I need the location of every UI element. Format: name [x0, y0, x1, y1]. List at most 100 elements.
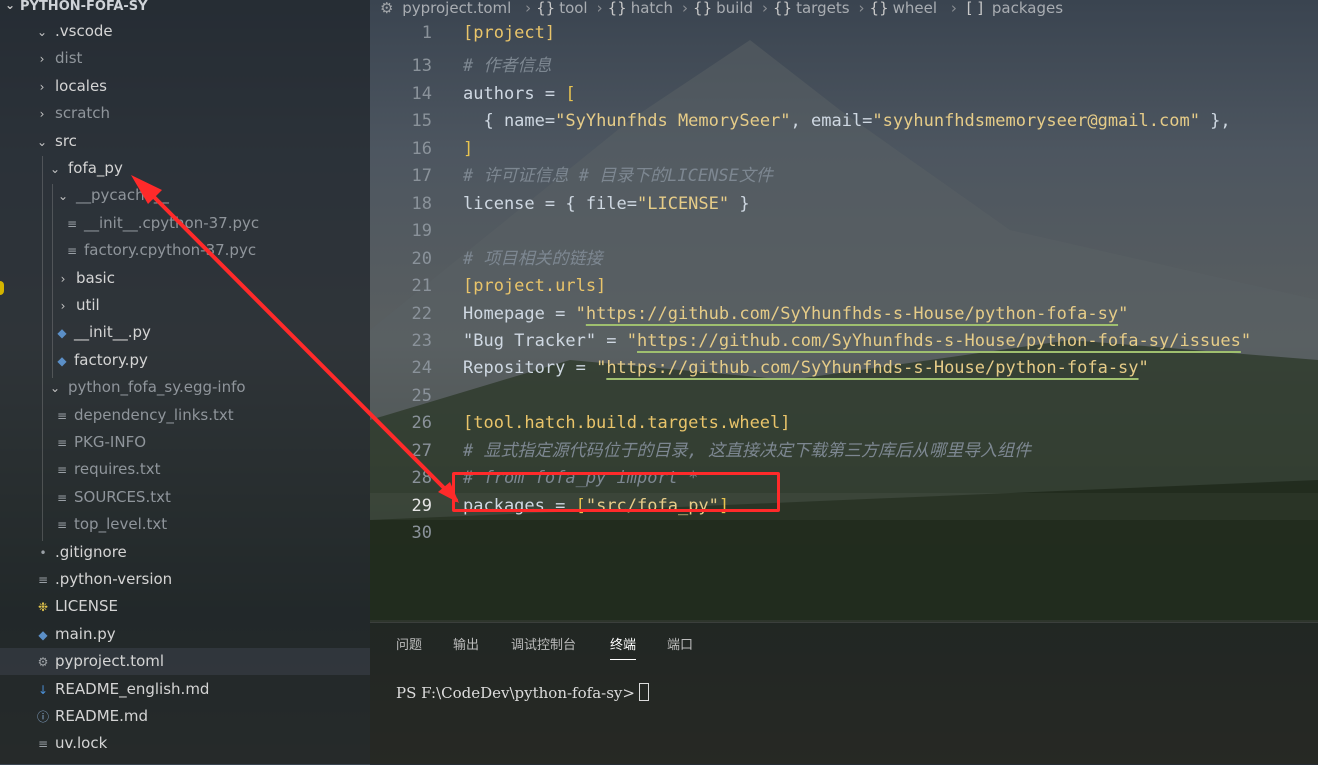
code-line[interactable]: 20 # 项目相关的链接 [370, 246, 1318, 273]
code-line[interactable]: 18 license = { file="LICENSE" } [370, 191, 1318, 218]
terminal[interactable]: PS F:\CodeDev\python-fofa-sy> [396, 683, 649, 702]
tree-item[interactable]: ◆ __init__.py [54, 319, 151, 346]
code-line[interactable]: 23 "Bug Tracker" = "https://github.com/Sy… [370, 328, 1318, 355]
chevron-right-icon: › [39, 79, 45, 94]
tree-item[interactable]: ≡ top_level.txt [54, 511, 167, 538]
code-token: Homepage = [463, 303, 576, 324]
explorer-sidebar: ⌄ PYTHON-FOFA-SY ⌄ .vscode › dist › locales › s… [0, 0, 370, 764]
tree-item[interactable]: › basic [56, 265, 115, 292]
line-code: { name="SyYhunfhds MemorySeer", email="s… [463, 108, 1230, 135]
code-line[interactable]: 1 [project] [370, 20, 1318, 47]
code-token: " [626, 330, 638, 351]
tree-item[interactable]: ⚙ pyproject.toml [0, 648, 370, 676]
breadcrumb-part[interactable]: hatch [631, 0, 673, 17]
chevron-right-icon: › [525, 0, 532, 17]
tree-item[interactable]: ⌄ python_fofa_sy.egg-info [48, 374, 246, 401]
tree-item-label: dist [55, 49, 83, 68]
tree-item-label: LICENSE [55, 597, 118, 616]
code-token: Repository = [463, 358, 597, 379]
breadcrumb-part[interactable]: targets [796, 0, 849, 17]
line-code: Homepage = "https://github.com/SyYhunfhd… [463, 301, 1128, 328]
line-number: 1 [421, 23, 432, 43]
chevron-right-icon: › [39, 52, 45, 67]
panel-tab[interactable]: 调试控制台 [511, 637, 576, 655]
code-token: # 显式指定源代码位于的目录, 这直接决定下载第三方库后从哪里导入组件 [463, 440, 1031, 461]
chevron-down-icon: ⌄ [57, 189, 69, 204]
license-icon: ❉ [37, 600, 49, 615]
tree-item[interactable]: ↓ README_english.md [35, 676, 209, 703]
tree-item[interactable]: ⌄ src [35, 128, 77, 155]
tree-item[interactable]: ≡ dependency_links.txt [54, 402, 234, 429]
line-code: # 项目相关的链接 [463, 246, 602, 273]
line-code: "Bug Tracker" = "https://github.com/SyYh… [463, 328, 1251, 355]
file-icon: ≡ [56, 408, 68, 423]
tree-item-label: main.py [55, 624, 116, 643]
code-token: [project.urls] [463, 276, 607, 297]
tree-item-label: factory.cpython-37.pyc [84, 241, 257, 260]
tree-item-label: dependency_links.txt [74, 405, 234, 424]
panel-tab[interactable]: 输出 [453, 637, 479, 655]
code-line[interactable]: 13 # 作者信息 [370, 53, 1318, 80]
panel-tab[interactable]: 端口 [667, 637, 693, 655]
tree-item[interactable]: › scratch [35, 100, 110, 127]
code-line[interactable]: 15 { name="SyYhunfhds MemorySeer", email… [370, 108, 1318, 135]
annotation-highlight-box [452, 472, 780, 512]
line-number: 17 [411, 166, 432, 187]
tree-item[interactable]: ⌄ .vscode [35, 18, 113, 45]
tree-item-label: .vscode [55, 22, 113, 40]
code-line[interactable]: 14 authors = [ [370, 81, 1318, 108]
tree-item[interactable]: ❉ LICENSE [35, 593, 118, 620]
breadcrumb-part[interactable]: wheel [893, 0, 937, 17]
breadcrumb-part[interactable]: tool [559, 0, 587, 17]
tree-item[interactable]: ⓘ README.md [35, 703, 148, 730]
tree-item[interactable]: ⌄ __pycache__ [56, 182, 169, 209]
tree-item[interactable]: › dist [35, 45, 83, 72]
code-line[interactable]: 21 [project.urls] [370, 273, 1318, 300]
tree-item[interactable]: ⌄ fofa_py [48, 155, 123, 182]
code-line[interactable]: 24 Repository = "https://github.com/SyYhu… [370, 355, 1318, 382]
chevron-down-icon: ⌄ [49, 162, 61, 176]
code-line[interactable]: 30 [370, 520, 1318, 547]
line-code: # 作者信息 [463, 53, 551, 80]
tree-item[interactable]: ≡ __init__.cpython-37.pyc [64, 210, 259, 237]
breadcrumb-part[interactable]: build [716, 0, 753, 17]
tree-item[interactable]: ≡ PKG-INFO [54, 429, 146, 456]
code-line[interactable]: 26 [tool.hatch.build.targets.wheel] [370, 410, 1318, 437]
tree-item[interactable]: ≡ uv.lock [35, 730, 107, 757]
code-line[interactable]: 25 [370, 383, 1318, 410]
code-token: , email= [790, 111, 873, 132]
code-line[interactable]: 19 [370, 218, 1318, 245]
code-token: license = { file= [463, 193, 637, 214]
line-code: [project.urls] [463, 273, 606, 300]
breadcrumb-last[interactable]: packages [992, 0, 1063, 17]
tree-item[interactable]: › locales [35, 73, 107, 100]
code-editor[interactable]: 1 [project] 13 # 作者信息 14 authors = [15 { name… [370, 18, 1318, 618]
line-number: 20 [411, 248, 432, 269]
breadcrumb-file[interactable]: pyproject.toml [402, 0, 511, 17]
tree-item[interactable]: ≡ factory.cpython-37.pyc [64, 237, 256, 264]
code-line[interactable]: 17 # 许可证信息 # 目录下的LICENSE文件 [370, 163, 1318, 190]
tree-item[interactable]: ≡ requires.txt [54, 456, 161, 483]
tree-item[interactable]: ≡ .python-version [35, 566, 172, 593]
code-line[interactable]: 27 # 显式指定源代码位于的目录, 这直接决定下载第三方库后从哪里导入组件 [370, 438, 1318, 465]
tree-item-label: basic [76, 268, 115, 287]
tree-item[interactable]: ◆ factory.py [54, 347, 147, 374]
code-line[interactable]: 16] [370, 136, 1318, 163]
tree-item[interactable]: › util [56, 292, 100, 319]
explorer-root-header[interactable]: ⌄ PYTHON-FOFA-SY [0, 0, 370, 16]
tree-item[interactable]: ≡ SOURCES.txt [54, 484, 171, 511]
code-token: " [575, 303, 586, 324]
code-line[interactable]: 22 Homepage = "https://github.com/SyYhunf… [370, 301, 1318, 328]
line-number: 28 [411, 468, 432, 489]
tree-item[interactable]: • .gitignore [35, 539, 126, 566]
line-number: 29 [411, 495, 432, 516]
file-icon: ≡ [66, 216, 78, 231]
panel-tab[interactable]: 终端 [610, 637, 637, 660]
gear-icon: ⚙ [37, 655, 49, 670]
line-code: [tool.hatch.build.targets.wheel] [463, 410, 791, 437]
tree-item-label: PKG-INFO [74, 433, 146, 451]
panel-tab[interactable]: 问题 [396, 637, 422, 655]
tree-item[interactable]: ◆ main.py [35, 621, 116, 648]
tree-item-label: scratch [55, 104, 111, 123]
chevron-down-icon: ⌄ [36, 134, 48, 149]
